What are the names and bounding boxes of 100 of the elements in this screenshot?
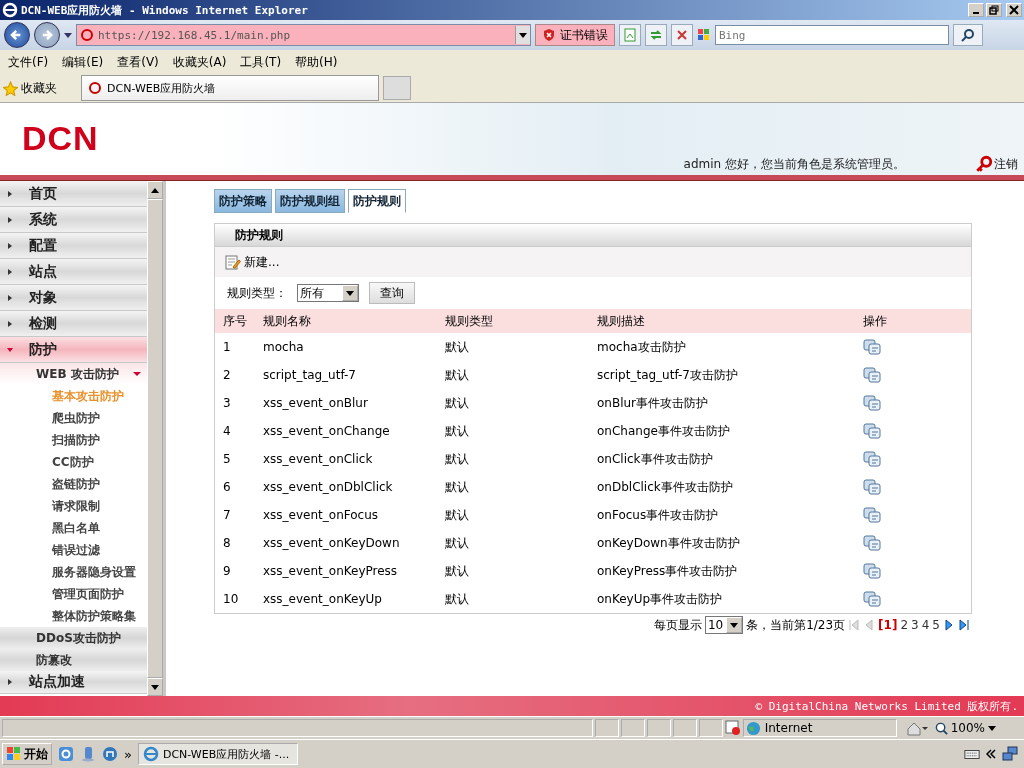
sidebar-link[interactable]: 黑白名单 (0, 517, 147, 539)
table-cell-text: onChange事件攻击防护 (596, 422, 731, 440)
refresh-button[interactable] (645, 24, 667, 46)
sidebar-link[interactable]: 服务器隐身设置 (0, 561, 147, 583)
sidebar-link[interactable]: 管理页面防护 (0, 583, 147, 605)
sidebar-item[interactable]: 配置 (0, 233, 147, 259)
circle-app-icon[interactable] (102, 746, 118, 762)
menu-item[interactable]: 帮助(H) (290, 51, 343, 73)
next-page-icon[interactable] (943, 619, 955, 631)
caret-icon[interactable] (64, 32, 72, 38)
restore-icon (989, 5, 999, 15)
table-cell-text: xss_event_onFocus (262, 507, 379, 524)
table-cell-text: 5 (222, 451, 232, 468)
minimize-button[interactable] (968, 3, 984, 17)
network-icon[interactable] (1002, 746, 1018, 762)
rule-type-select[interactable]: 所有 (297, 284, 359, 302)
edit-action-icon[interactable] (863, 423, 881, 439)
browser-tab[interactable]: DCN-WEB应用防火墙 (81, 75, 379, 101)
menu-item[interactable]: 收藏夹(A) (167, 51, 232, 73)
menu-item[interactable]: 工具(T) (235, 51, 287, 73)
first-page-icon[interactable] (848, 619, 861, 631)
sidebar-item[interactable]: 系统 (0, 207, 147, 233)
sidebar-item[interactable]: 检测 (0, 311, 147, 337)
sidebar-item[interactable]: 站点加速 (0, 671, 147, 694)
edit-action-icon[interactable] (863, 451, 881, 467)
sidebar-item[interactable]: 首页 (0, 181, 147, 207)
tab[interactable]: 防护规则 (348, 189, 406, 213)
table-cell-text: script_tag_utf-7 (262, 367, 357, 384)
page-link[interactable]: 2 (900, 618, 909, 632)
close-button[interactable] (1006, 3, 1022, 17)
sidebar-link[interactable]: 爬虫防护 (0, 407, 147, 429)
server-icon[interactable] (80, 746, 96, 762)
per-page-select[interactable]: 10 (704, 616, 744, 634)
scroll-down-icon[interactable] (151, 684, 159, 690)
previous-page-icon[interactable] (863, 619, 876, 631)
sidebar-link[interactable]: 扫描防护 (0, 429, 147, 451)
browser-icon[interactable] (58, 746, 74, 762)
sidebar-link[interactable]: 错误过滤 (0, 539, 147, 561)
sidebar-link[interactable]: CC防护 (0, 451, 147, 473)
edit-action-icon[interactable] (863, 563, 881, 579)
page-link[interactable]: 4 (921, 618, 930, 632)
edit-action-icon[interactable] (863, 535, 881, 551)
start-button[interactable]: 开始 (2, 743, 52, 765)
dropdown-button[interactable] (515, 26, 530, 44)
query-button[interactable]: 查询 (369, 282, 415, 304)
edit-action-icon[interactable] (863, 339, 881, 355)
caret-icon (7, 679, 13, 685)
new-tab-button[interactable] (383, 76, 411, 100)
column-header: 操作 (853, 309, 971, 333)
table-cell-text: 10 (222, 591, 240, 608)
table-cell-text: xss_event_onKeyUp (262, 591, 383, 608)
sidebar-subitem[interactable]: DDoS攻击防护 (0, 627, 147, 649)
more-button[interactable]: » (124, 746, 132, 762)
stop-button[interactable] (671, 24, 693, 46)
sidebar-link[interactable]: 盗链防护 (0, 473, 147, 495)
edit-action-icon[interactable] (863, 591, 881, 607)
scroll-up-icon[interactable] (151, 187, 159, 193)
sidebar-link[interactable]: 整体防护策略集 (0, 605, 147, 627)
page-link[interactable]: 5 (932, 618, 940, 632)
sidebar-item[interactable]: 站点 (0, 259, 147, 285)
edit-action-icon[interactable] (863, 367, 881, 383)
certificate-error-button[interactable]: 证书错误 (535, 24, 615, 46)
search-icon (961, 28, 975, 42)
search-button[interactable] (953, 24, 983, 46)
tray-expand-icon[interactable] (986, 749, 996, 759)
menu-item[interactable]: 编辑(E) (57, 51, 109, 73)
table-cell-text: 默认 (444, 534, 470, 552)
edit-action-icon[interactable] (863, 395, 881, 411)
tab[interactable]: 防护规则组 (275, 189, 345, 213)
page-link[interactable]: 3 (911, 618, 919, 632)
sidebar-item[interactable]: 对象 (0, 285, 147, 311)
page-link[interactable]: [1] (878, 618, 898, 632)
edit-action-icon[interactable] (863, 507, 881, 523)
menu-item[interactable]: 查看(V) (112, 51, 164, 73)
forward-button[interactable] (34, 22, 60, 48)
logout-link[interactable]: 注销 (975, 155, 1018, 173)
table-cell-text: xss_event_onKeyPress (262, 563, 399, 580)
taskbar-window-button[interactable]: DCN-WEB应用防火墙 -... (137, 743, 298, 765)
tab[interactable]: 防护策略 (214, 189, 272, 213)
new-button[interactable]: 新建... (225, 253, 280, 271)
search-field[interactable]: Bing (715, 25, 949, 45)
search-provider-icon (697, 28, 711, 42)
zoom-button[interactable]: 100% (930, 721, 1008, 735)
favorites-button[interactable]: 收藏夹 (3, 79, 77, 97)
sidebar-link[interactable]: 请求限制 (0, 495, 147, 517)
sidebar-item[interactable]: 防护 (0, 337, 147, 363)
sidebar-scrollbar[interactable] (147, 181, 163, 696)
maximize-button[interactable] (986, 3, 1002, 17)
sidebar-subitem[interactable]: 防篡改 (0, 649, 147, 671)
table-cell-text: xss_event_onDblClick (262, 479, 394, 496)
menu-item[interactable]: 文件(F) (3, 51, 54, 73)
back-button[interactable] (4, 22, 30, 48)
table-cell-text: onFocus事件攻击防护 (596, 506, 720, 524)
last-page-icon[interactable] (958, 619, 970, 631)
sidebar-subitem[interactable]: WEB 攻击防护 (0, 363, 147, 385)
address-field[interactable]: https://192.168.45.1/main.php (76, 24, 531, 46)
edit-action-icon[interactable] (863, 479, 881, 495)
compatibility-button[interactable] (619, 24, 641, 46)
table-cell-text: xss_event_onChange (262, 423, 391, 440)
protected-mode-icon[interactable] (904, 720, 929, 736)
